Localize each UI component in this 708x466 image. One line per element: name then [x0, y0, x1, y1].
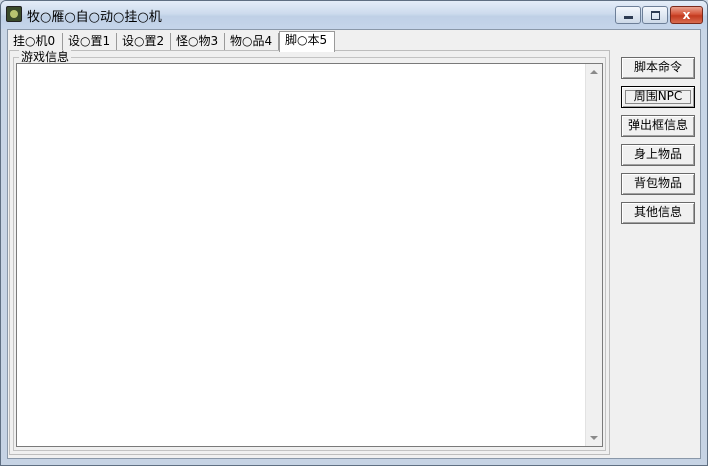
bag-items-button[interactable]: 背包物品	[621, 173, 695, 195]
script-commands-button[interactable]: 脚本命令	[621, 57, 695, 79]
tab-bar: 挂○机0 设○置1 设○置2 怪○物3 物○品4 脚○本5	[8, 31, 702, 52]
equipped-items-button[interactable]: 身上物品	[621, 144, 695, 166]
scroll-up-icon[interactable]	[590, 70, 598, 74]
window-title: 牧○雁○自○动○挂○机	[27, 10, 162, 25]
tab-items-4[interactable]: 物○品4	[225, 33, 279, 50]
maximize-button[interactable]	[642, 6, 668, 24]
vertical-scrollbar[interactable]	[585, 64, 602, 446]
tab-hang-0[interactable]: 挂○机0	[8, 33, 63, 50]
close-button[interactable]: x	[670, 6, 703, 24]
popup-info-button[interactable]: 弹出框信息	[621, 115, 695, 137]
game-info-label: 游戏信息	[19, 50, 72, 64]
tab-script-5[interactable]: 脚○本5	[279, 31, 335, 52]
tab-monsters-3[interactable]: 怪○物3	[171, 33, 225, 50]
app-icon[interactable]	[6, 6, 22, 22]
scroll-down-icon[interactable]	[590, 436, 598, 440]
minimize-button[interactable]	[615, 6, 641, 24]
title-bar[interactable]: 牧○雁○自○动○挂○机 x	[1, 1, 707, 29]
tab-settings-1[interactable]: 设○置1	[63, 33, 117, 50]
app-window: 牧○雁○自○动○挂○机 x 挂○机0 设○置1 设○置2 怪○物3 物○品4 脚…	[0, 0, 708, 466]
tab-panel: 游戏信息	[9, 50, 610, 455]
game-info-group: 游戏信息	[13, 50, 606, 451]
close-icon: x	[682, 8, 691, 22]
tab-settings-2[interactable]: 设○置2	[117, 33, 171, 50]
game-info-textarea[interactable]	[16, 63, 603, 447]
other-info-button[interactable]: 其他信息	[621, 202, 695, 224]
client-area: 挂○机0 设○置1 设○置2 怪○物3 物○品4 脚○本5 游戏信息 脚本命令 …	[7, 29, 701, 459]
nearby-npc-button[interactable]: 周围NPC	[621, 86, 695, 108]
